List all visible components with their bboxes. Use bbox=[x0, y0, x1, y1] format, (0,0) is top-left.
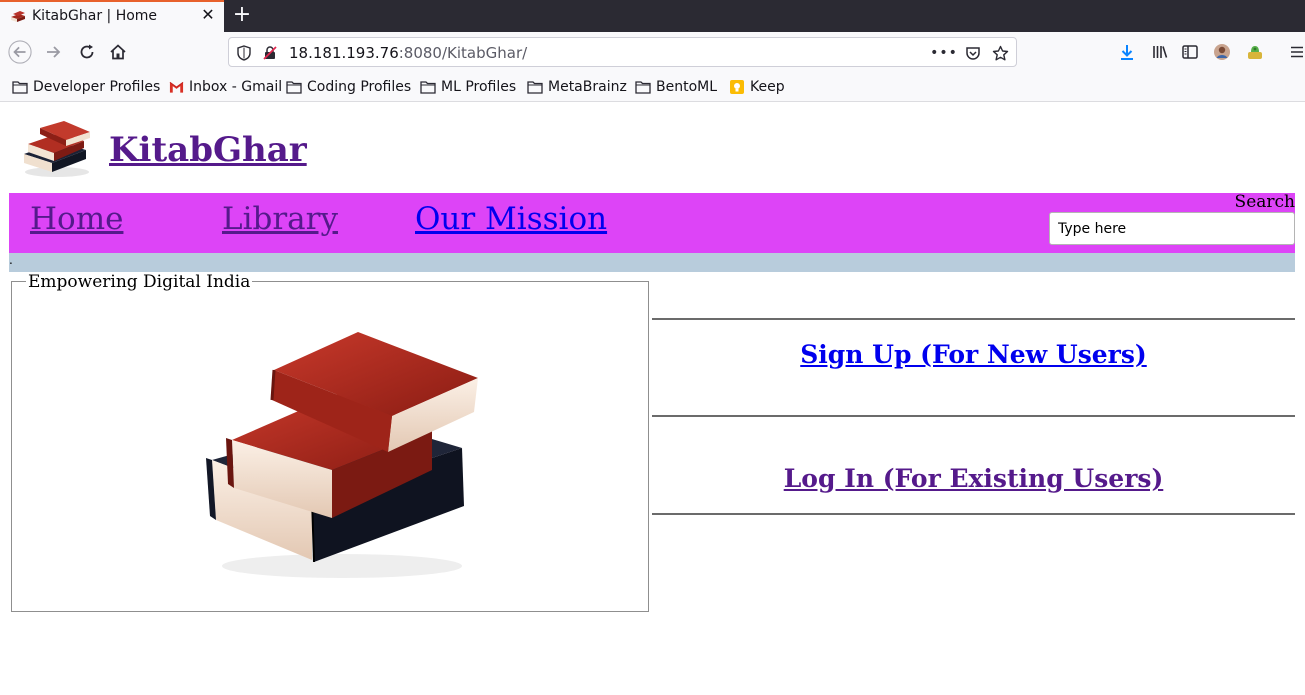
bookmark-bentoml[interactable]: BentoML bbox=[635, 78, 717, 96]
bookmark-coding-profiles[interactable]: Coding Profiles bbox=[286, 78, 411, 96]
bookmark-label: ML Profiles bbox=[441, 79, 517, 95]
gmail-icon bbox=[169, 81, 184, 93]
home-icon bbox=[110, 44, 126, 60]
url-host: 18.181.193.76 bbox=[289, 44, 399, 62]
site-title-link[interactable]: KitabGhar bbox=[109, 130, 307, 170]
tab-bar: KitabGhar | Home ✕ + bbox=[0, 0, 1305, 32]
books-logo-icon bbox=[24, 121, 90, 177]
library-button[interactable] bbox=[1148, 40, 1172, 64]
active-tab[interactable]: KitabGhar | Home ✕ bbox=[0, 0, 224, 32]
sidebar-button[interactable] bbox=[1178, 40, 1202, 64]
bookmark-inbox-gmail[interactable]: Inbox - Gmail bbox=[169, 78, 282, 96]
divider-middle bbox=[652, 415, 1295, 417]
menu-home-link[interactable]: Home bbox=[30, 201, 123, 237]
page-actions-icon[interactable]: ••• bbox=[930, 44, 957, 62]
bookmark-label: Inbox - Gmail bbox=[189, 79, 283, 95]
extension-icon bbox=[1248, 46, 1262, 59]
page-content: KitabGhar Home Library Our Mission Searc… bbox=[0, 102, 1305, 695]
sidebar-icon bbox=[1182, 45, 1198, 59]
downloads-button[interactable] bbox=[1115, 40, 1139, 64]
bookmark-label: Coding Profiles bbox=[307, 79, 412, 95]
menu-our-mission-link[interactable]: Our Mission bbox=[415, 201, 607, 237]
folder-icon bbox=[527, 81, 543, 94]
url-text: 18.181.193.76:8080/KitabGhar/ bbox=[289, 44, 527, 62]
bookmark-label: MetaBrainz bbox=[548, 79, 627, 95]
close-tab-icon[interactable]: ✕ bbox=[200, 7, 216, 23]
shield-icon[interactable] bbox=[235, 44, 253, 62]
divider-top bbox=[652, 318, 1295, 320]
avatar-icon bbox=[1214, 44, 1230, 60]
home-button[interactable] bbox=[106, 40, 130, 64]
divider-bottom bbox=[652, 513, 1295, 515]
folder-icon bbox=[12, 81, 28, 94]
insecure-lock-icon[interactable] bbox=[261, 44, 279, 62]
back-arrow-icon bbox=[8, 40, 32, 64]
strip-text: . bbox=[9, 253, 13, 267]
sign-up-link[interactable]: Sign Up (For New Users) bbox=[652, 340, 1295, 369]
reload-button[interactable] bbox=[75, 40, 99, 64]
library-icon bbox=[1153, 46, 1168, 58]
folder-icon bbox=[635, 81, 651, 94]
featured-fieldset: Empowering Digital India bbox=[11, 272, 649, 612]
navigation-toolbar: 18.181.193.76:8080/KitabGhar/ ••• bbox=[0, 32, 1305, 72]
bookmark-star-icon[interactable] bbox=[991, 44, 1009, 62]
folder-icon bbox=[286, 81, 302, 94]
bookmark-metabrainz[interactable]: MetaBrainz bbox=[527, 78, 627, 96]
search-input[interactable] bbox=[1049, 212, 1295, 245]
bookmark-label: BentoML bbox=[656, 79, 718, 95]
keep-icon bbox=[730, 80, 744, 94]
new-tab-button[interactable]: + bbox=[232, 4, 252, 26]
info-strip: . bbox=[9, 253, 1295, 272]
books-illustration bbox=[206, 332, 478, 578]
back-button[interactable] bbox=[8, 40, 32, 64]
main-menu: Home Library Our Mission Search bbox=[9, 192, 1295, 253]
search-label: Search bbox=[1234, 192, 1295, 212]
menu-library-link[interactable]: Library bbox=[222, 201, 338, 237]
bookmark-label: Developer Profiles bbox=[33, 79, 161, 95]
hamburger-menu-icon bbox=[1291, 46, 1303, 58]
app-menu-button[interactable] bbox=[1285, 40, 1305, 64]
bookmark-label: Keep bbox=[750, 79, 785, 95]
bookmark-developer-profiles[interactable]: Developer Profiles bbox=[12, 78, 160, 96]
extension-button[interactable] bbox=[1243, 40, 1267, 64]
log-in-link[interactable]: Log In (For Existing Users) bbox=[652, 464, 1295, 493]
tab-title: KitabGhar | Home bbox=[32, 8, 158, 24]
url-bar[interactable]: 18.181.193.76:8080/KitabGhar/ ••• bbox=[228, 37, 1017, 67]
fieldset-legend: Empowering Digital India bbox=[26, 272, 253, 292]
account-button[interactable] bbox=[1210, 40, 1234, 64]
url-path: :8080/KitabGhar/ bbox=[398, 44, 528, 62]
reload-icon bbox=[80, 44, 94, 59]
bookmark-keep[interactable]: Keep bbox=[729, 78, 785, 96]
forward-arrow-icon bbox=[47, 46, 61, 58]
download-arrow-icon bbox=[1121, 45, 1133, 60]
books-favicon-icon bbox=[11, 11, 25, 22]
folder-icon bbox=[420, 81, 436, 94]
pocket-icon[interactable] bbox=[964, 44, 982, 62]
bookmark-ml-profiles[interactable]: ML Profiles bbox=[420, 78, 516, 96]
bookmarks-toolbar: Developer Profiles Inbox - Gmail Coding … bbox=[0, 72, 1305, 102]
forward-button[interactable] bbox=[42, 40, 66, 64]
